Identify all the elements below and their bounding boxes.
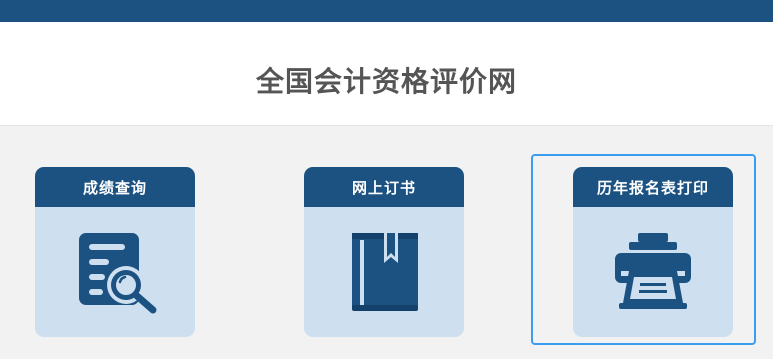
score-query-card[interactable]: 成绩查询 [35, 167, 195, 337]
score-search-icon [79, 233, 157, 314]
card-icon-area [573, 207, 733, 337]
card-label-online-book-order: 网上订书 [351, 178, 416, 197]
registration-form-print-card[interactable]: 历年报名表打印 [573, 167, 733, 337]
card-icon-area [35, 207, 195, 337]
page-header: 全国会计资格评价网 [0, 22, 773, 126]
online-book-order-card[interactable]: 网上订书 [304, 167, 464, 337]
service-card-area: 成绩查询 网上订书 历年报名表打印 [0, 127, 773, 359]
card-label-score-query: 成绩查询 [82, 178, 147, 197]
card-label-registration-form-print: 历年报名表打印 [596, 178, 709, 197]
card-header: 成绩查询 [35, 167, 195, 207]
book-icon [352, 233, 418, 311]
top-bar [0, 0, 773, 22]
card-icon-area [304, 207, 464, 337]
printer-icon [615, 233, 691, 309]
page-title: 全国会计资格评价网 [255, 64, 517, 98]
card-header: 网上订书 [304, 167, 464, 207]
card-header: 历年报名表打印 [573, 167, 733, 207]
